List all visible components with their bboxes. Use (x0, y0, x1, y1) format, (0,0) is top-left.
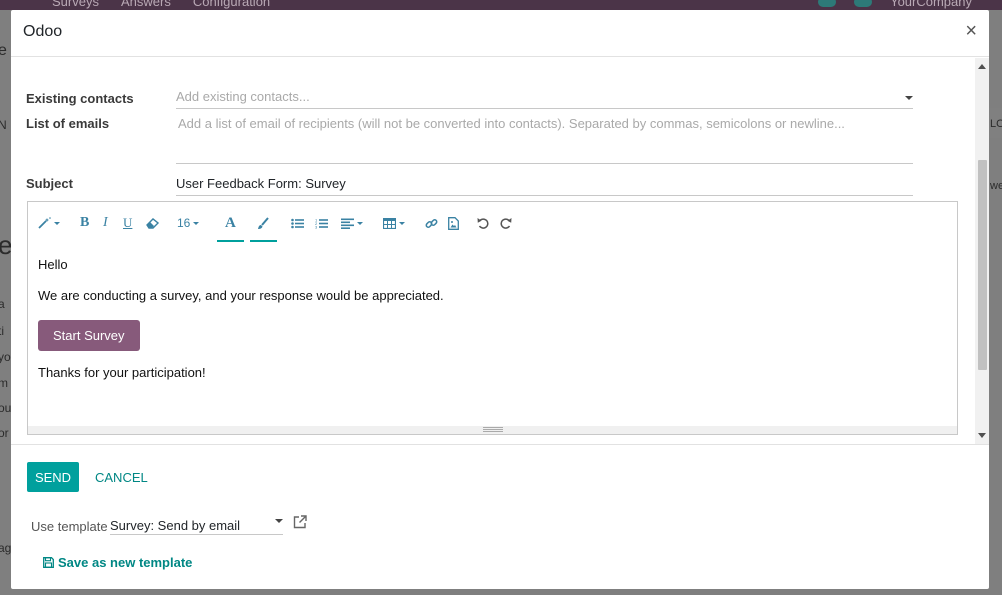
align-dropdown[interactable] (341, 215, 363, 231)
existing-contacts-input[interactable]: Add existing contacts... (176, 89, 913, 109)
save-as-template-link[interactable]: Save as new template (43, 555, 192, 570)
bg-left-fragment: a (0, 297, 5, 311)
underline-button[interactable]: U (123, 215, 132, 231)
subject-value: User Feedback Form: Survey (176, 176, 346, 191)
chevron-down-icon (275, 519, 283, 523)
eraser-icon (146, 217, 159, 229)
list-ol-icon: 1 2 3 (315, 218, 328, 229)
font-size-dropdown[interactable]: 16 (177, 215, 200, 231)
external-link-icon[interactable] (293, 515, 307, 529)
scroll-down-icon[interactable] (978, 433, 986, 438)
list-ul-icon (291, 218, 304, 228)
close-button[interactable]: × (965, 20, 977, 42)
bg-menu-answers: Answers (120, 0, 171, 9)
dialog-scrollbar[interactable] (975, 58, 989, 444)
table-dropdown[interactable] (383, 215, 405, 231)
body-greeting: Hello (38, 257, 68, 272)
clear-format-button[interactable] (146, 215, 159, 231)
background-color-indicator (250, 240, 277, 242)
emails-label: List of emails (26, 116, 110, 131)
bg-left-fragment: ag (0, 541, 12, 555)
bg-left-fragment: m (0, 376, 8, 390)
font-color-button[interactable]: A (225, 215, 236, 231)
bg-left-fragment: or (0, 426, 9, 440)
undo-button[interactable] (477, 215, 489, 231)
background-navbar-right: YourCompany (818, 0, 972, 9)
dialog-header: Odoo × (11, 10, 989, 57)
redo-icon (500, 218, 512, 229)
bg-right-fragment: we (990, 180, 1002, 192)
subject-input[interactable]: User Feedback Form: Survey (176, 176, 913, 196)
cancel-button[interactable]: CANCEL (95, 462, 148, 492)
svg-text:3: 3 (315, 224, 318, 229)
font-size-value: 16 (177, 216, 191, 230)
image-file-icon (448, 216, 459, 230)
font-color-glyph: A (225, 214, 236, 231)
send-button[interactable]: SEND (27, 462, 79, 492)
style-dropdown[interactable] (38, 215, 60, 231)
bg-right-fragment: LO (990, 118, 1002, 130)
body-message: We are conducting a survey, and your res… (38, 288, 444, 303)
dialog-footer: SEND CANCEL Use template Survey: Send by… (11, 444, 989, 589)
align-left-icon (341, 218, 354, 229)
send-survey-dialog: Odoo × Existing contacts Add existing co… (11, 10, 989, 589)
dialog-title: Odoo (23, 23, 63, 40)
background-left-strip: e N e a ti yo m ou or ag (0, 10, 12, 595)
redo-button[interactable] (500, 215, 512, 231)
use-template-label: Use template (31, 519, 108, 534)
undo-icon (477, 218, 489, 229)
editor-resize-handle[interactable] (28, 426, 957, 434)
bg-left-fragment: e (0, 42, 7, 59)
subject-label: Subject (26, 176, 73, 191)
bg-messages-badge (854, 0, 873, 7)
table-icon (383, 217, 396, 229)
floppy-disk-icon (43, 557, 54, 568)
chevron-down-icon (54, 221, 60, 225)
emails-textarea[interactable]: Add a list of email of recipients (will … (176, 116, 913, 164)
scroll-up-icon[interactable] (978, 64, 986, 69)
bg-left-fragment: N (0, 118, 7, 132)
background-navbar: Surveys Answers Configuration YourCompan… (0, 0, 1002, 10)
link-icon (425, 218, 438, 228)
image-button[interactable] (448, 215, 459, 231)
bullet-list-button[interactable] (291, 215, 304, 231)
chevron-down-icon[interactable] (905, 96, 913, 100)
dialog-body: Existing contacts Add existing contacts.… (11, 58, 989, 444)
existing-contacts-placeholder: Add existing contacts... (176, 89, 310, 104)
editor-content[interactable]: Hello We are conducting a survey, and yo… (38, 258, 938, 397)
font-color-indicator (217, 240, 244, 242)
bg-left-fragment: ti (0, 324, 4, 338)
existing-contacts-label: Existing contacts (26, 91, 134, 106)
paint-brush-icon (258, 216, 269, 229)
bg-menu-surveys: Surveys (52, 0, 99, 9)
link-button[interactable] (425, 215, 438, 231)
background-menu: Surveys Answers Configuration (52, 0, 270, 9)
chevron-down-icon (193, 221, 200, 225)
chevron-down-icon (357, 221, 363, 225)
editor-toolbar: B I U 16 A 1 2 3 (28, 202, 957, 242)
bold-button[interactable]: B (80, 215, 89, 231)
start-survey-button[interactable]: Start Survey (38, 320, 140, 351)
emails-placeholder: Add a list of email of recipients (will … (178, 116, 845, 131)
grip-icon (483, 427, 503, 432)
background-right-strip: LO we (989, 10, 1002, 595)
template-select[interactable]: Survey: Send by email (110, 513, 283, 535)
chevron-down-icon (399, 221, 405, 225)
save-as-template-label: Save as new template (58, 555, 193, 570)
template-value: Survey: Send by email (110, 518, 241, 533)
bg-menu-configuration: Configuration (192, 0, 271, 9)
numbered-list-button[interactable]: 1 2 3 (315, 215, 328, 231)
body-closing: Thanks for your participation! (38, 365, 206, 380)
magic-wand-icon (38, 217, 51, 229)
bg-left-fragment: yo (0, 350, 11, 364)
bg-company-name: YourCompany (890, 0, 972, 9)
bg-activity-badge (818, 0, 837, 7)
scrollbar-thumb[interactable] (978, 160, 987, 370)
body-editor[interactable]: B I U 16 A 1 2 3 Hello We are conducting… (27, 201, 958, 435)
bg-left-fragment: ou (0, 401, 12, 415)
background-color-button[interactable] (257, 215, 269, 231)
italic-button[interactable]: I (103, 215, 108, 231)
